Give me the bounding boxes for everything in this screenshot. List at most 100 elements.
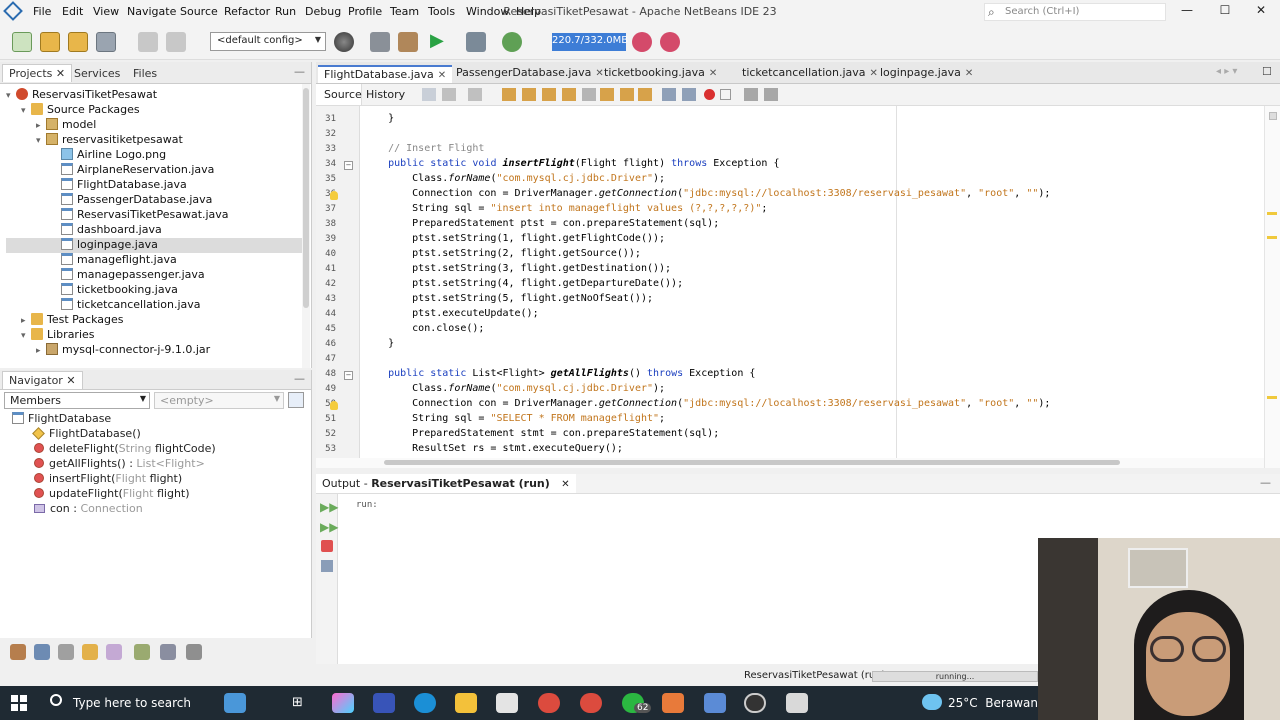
navigator-member[interactable]: FlightDatabase(): [8, 427, 304, 442]
code-line[interactable]: ptst.setString(5, flight.getNoOfSeat());: [364, 293, 653, 304]
toggle-bookmark-icon[interactable]: [638, 88, 652, 101]
warning-mark[interactable]: [1267, 396, 1277, 399]
filter-fields-icon[interactable]: [34, 644, 50, 660]
windows-start-icon[interactable]: [11, 695, 27, 711]
weather-text[interactable]: 25°C Berawan: [948, 696, 1038, 710]
settings-icon[interactable]: [321, 560, 333, 572]
tab-ticketbooking[interactable]: ticketbooking.java ✕: [598, 65, 723, 83]
collapsed-icon[interactable]: ▸: [21, 316, 31, 326]
clean-build-icon[interactable]: [398, 32, 418, 52]
tree-node[interactable]: Airline Logo.png: [6, 148, 302, 163]
tree-node[interactable]: FlightDatabase.java: [6, 178, 302, 193]
tree-node[interactable]: ticketbooking.java: [6, 283, 302, 298]
new-file-icon[interactable]: [12, 32, 32, 52]
tree-scroll-thumb[interactable]: [303, 88, 309, 308]
code-line[interactable]: PreparedStatement ptst = con.prepareStat…: [364, 218, 719, 229]
sort-name-icon[interactable]: [134, 644, 150, 660]
horizontal-scroll-thumb[interactable]: [384, 460, 1120, 465]
expanded-icon[interactable]: ▾: [21, 331, 31, 341]
stop-macro-icon[interactable]: [720, 89, 731, 100]
new-project-icon[interactable]: [40, 32, 60, 52]
code-line[interactable]: ResultSet rs = stmt.executeQuery();: [364, 443, 623, 454]
tab-services[interactable]: Services: [74, 67, 120, 80]
tab-loginpage[interactable]: loginpage.java ✕: [874, 65, 979, 83]
code-line[interactable]: public static void insertFlight(Flight f…: [364, 158, 779, 169]
configuration-select[interactable]: <default config> ▼: [210, 32, 326, 51]
close-icon[interactable]: ✕: [56, 67, 65, 80]
uncomment-icon[interactable]: [764, 88, 778, 101]
tree-node[interactable]: ▾ ReservasiTiketPesawat: [6, 88, 302, 103]
profile-project-icon[interactable]: [502, 32, 522, 52]
tab-navigator[interactable]: Navigator ✕: [2, 371, 83, 389]
navigator-member[interactable]: deleteFlight(String flightCode): [8, 442, 304, 457]
minimize-panel-icon[interactable]: —: [294, 372, 305, 385]
code-line[interactable]: con.close();: [364, 323, 484, 334]
tree-node[interactable]: ▾ reservasitiketpesawat: [6, 133, 302, 148]
toggle-highlight-icon[interactable]: [562, 88, 576, 101]
code-line[interactable]: PreparedStatement stmt = con.prepareStat…: [364, 428, 719, 439]
maximize-button[interactable]: ☐: [1210, 3, 1240, 21]
code-line[interactable]: }: [364, 338, 394, 349]
code-line[interactable]: Connection con = DriverManager.getConnec…: [364, 398, 1050, 409]
tree-scrollbar[interactable]: [302, 84, 310, 368]
next-bookmark-icon[interactable]: [620, 88, 634, 101]
code-line[interactable]: ptst.setString(1, flight.getFlightCode()…: [364, 233, 665, 244]
back-icon[interactable]: [442, 88, 456, 101]
navigator-member[interactable]: con : Connection: [8, 502, 304, 517]
close-window-button[interactable]: ✕: [1246, 3, 1276, 21]
debug-project-icon[interactable]: [466, 32, 486, 52]
code-line[interactable]: ptst.setString(4, flight.getDepartureDat…: [364, 278, 683, 289]
tree-node[interactable]: ▸ model: [6, 118, 302, 133]
warning-mark[interactable]: [1267, 212, 1277, 215]
task-view-icon[interactable]: ⊞: [292, 695, 303, 710]
forward-icon[interactable]: [468, 88, 482, 101]
navigator-options-icon[interactable]: [288, 392, 304, 408]
scroll-tabs-icon[interactable]: ◂ ▸ ▾: [1216, 66, 1237, 77]
navigator-member[interactable]: updateFlight(Flight flight): [8, 487, 304, 502]
navigator-member[interactable]: insertFlight(Flight flight): [8, 472, 304, 487]
ide-search-box[interactable]: ⌕ Search (Ctrl+I): [984, 3, 1166, 21]
copilot-icon[interactable]: [332, 693, 354, 713]
code-line[interactable]: Class.forName("com.mysql.cj.jdbc.Driver"…: [364, 383, 665, 394]
taskbar-search-box[interactable]: Type here to search: [73, 696, 191, 710]
expanded-icon[interactable]: ▾: [36, 136, 46, 146]
navigator-member[interactable]: FlightDatabase: [8, 412, 304, 427]
close-icon[interactable]: ✕: [66, 374, 75, 387]
tree-node[interactable]: ▸ mysql-connector-j-9.1.0.jar: [6, 343, 302, 358]
navigator-member[interactable]: getAllFlights() : List<Flight>: [8, 457, 304, 472]
netbeans-taskbar-icon[interactable]: [704, 693, 726, 713]
file-explorer-icon[interactable]: [455, 693, 477, 713]
code-line[interactable]: ptst.setString(3, flight.getDestination(…: [364, 263, 671, 274]
code-line[interactable]: String sql = "insert into manageflight v…: [364, 203, 767, 214]
code-line[interactable]: }: [364, 113, 394, 124]
tree-node[interactable]: ReservasiTiketPesawat.java: [6, 208, 302, 223]
members-filter-select[interactable]: Members ▼: [4, 392, 150, 409]
code-area[interactable]: } // Insert Flight public static void in…: [316, 106, 1264, 458]
tab-files[interactable]: Files: [133, 67, 157, 80]
tree-node[interactable]: ticketcancellation.java: [6, 298, 302, 313]
start-macro-icon[interactable]: [704, 89, 715, 100]
memory-indicator[interactable]: 220.7/332.0MB: [552, 33, 628, 51]
find-icon[interactable]: [502, 88, 516, 101]
close-icon[interactable]: ✕: [438, 70, 446, 81]
target-icon[interactable]: [334, 32, 354, 52]
minimize-button[interactable]: —: [1172, 3, 1202, 21]
tree-node[interactable]: ▾ Libraries: [6, 328, 302, 343]
filter-local-icon[interactable]: [106, 644, 122, 660]
gc-icon[interactable]: [632, 32, 652, 52]
close-icon[interactable]: ✕: [709, 68, 717, 79]
code-line[interactable]: Class.forName("com.mysql.cj.jdbc.Driver"…: [364, 173, 665, 184]
toggle-rect-selection-icon[interactable]: [582, 88, 596, 101]
minimize-panel-icon[interactable]: —: [294, 65, 305, 78]
tab-flightdatabase[interactable]: FlightDatabase.java ✕: [318, 65, 453, 83]
close-icon[interactable]: ✕: [965, 68, 973, 79]
tree-node[interactable]: ▸ Test Packages: [6, 313, 302, 328]
minimize-panel-icon[interactable]: —: [1260, 476, 1271, 489]
tab-ticketcancellation[interactable]: ticketcancellation.java ✕: [736, 65, 884, 83]
app-icon[interactable]: [373, 693, 395, 713]
code-line[interactable]: Connection con = DriverManager.getConnec…: [364, 188, 1050, 199]
collapsed-icon[interactable]: ▸: [36, 346, 46, 356]
tree-node[interactable]: ▾ Source Packages: [6, 103, 302, 118]
shift-left-icon[interactable]: [662, 88, 676, 101]
build-hammer-icon[interactable]: [370, 32, 390, 52]
